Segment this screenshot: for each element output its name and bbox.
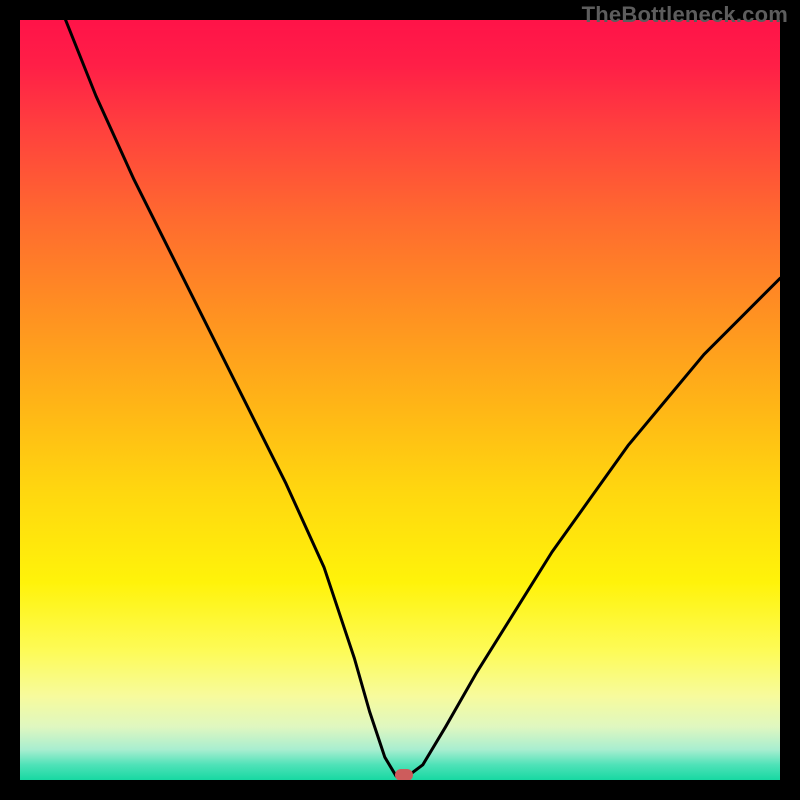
watermark-label: TheBottleneck.com [582, 2, 788, 28]
plot-area [20, 20, 780, 780]
optimal-point-marker [395, 769, 413, 780]
chart-frame: TheBottleneck.com [0, 0, 800, 800]
bottleneck-curve [66, 20, 780, 776]
curve-svg [20, 20, 780, 780]
